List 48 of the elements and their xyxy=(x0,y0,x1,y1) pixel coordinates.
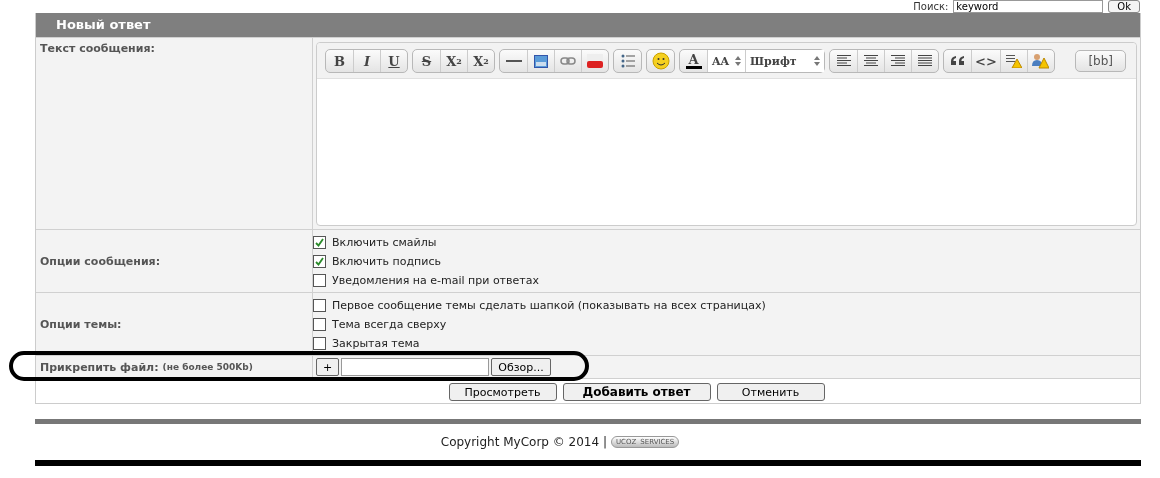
spinner-icon[interactable] xyxy=(735,56,742,66)
search-field[interactable]: keyword xyxy=(953,0,1104,13)
spinner-icon[interactable] xyxy=(814,56,821,66)
checkbox-label: Тема всегда сверху xyxy=(332,318,447,331)
checkbox[interactable] xyxy=(313,274,326,287)
font-color-button[interactable]: A xyxy=(680,50,707,72)
format-button[interactable]: B xyxy=(326,50,353,72)
align-right-icon xyxy=(891,55,906,67)
checkbox[interactable] xyxy=(313,318,326,331)
checkbox-label: Включить подпись xyxy=(332,255,441,268)
add-file-button[interactable]: + xyxy=(316,358,340,376)
file-field[interactable] xyxy=(341,358,490,376)
search-button[interactable]: Ok xyxy=(1108,0,1140,13)
user-warning-icon xyxy=(1032,53,1050,69)
align-center-icon xyxy=(864,55,879,67)
checkbox[interactable] xyxy=(313,255,326,268)
checkbox[interactable] xyxy=(313,236,326,249)
horizontal-line-icon xyxy=(505,59,522,63)
checkbox[interactable] xyxy=(313,299,326,312)
size-note: (не более 500Kb) xyxy=(162,362,253,372)
field-label: Прикрепить файл: xyxy=(40,360,159,374)
chain-link-icon xyxy=(560,57,576,65)
checkbox-label: Закрытая тема xyxy=(332,337,420,350)
checkbox-label: Включить смайлы xyxy=(332,236,437,249)
list-icon xyxy=(620,54,635,68)
format-button[interactable]: <> xyxy=(971,50,1000,72)
dropdown[interactable]: Шрифт xyxy=(745,50,825,72)
form-button[interactable]: Отменить xyxy=(716,383,825,401)
checkbox-label: Уведомления на e-mail при ответах xyxy=(332,274,539,287)
quote-icon xyxy=(949,56,966,66)
browse-button[interactable]: Обзор... xyxy=(491,358,551,376)
align-left-icon xyxy=(836,55,851,67)
format-button[interactable]: S xyxy=(413,50,440,72)
format-button[interactable]: I xyxy=(353,50,380,72)
image-icon xyxy=(534,54,548,68)
form-button[interactable]: Добавить ответ xyxy=(562,383,711,401)
text-warning-icon xyxy=(1005,54,1022,68)
form-title: Новый ответ xyxy=(36,13,1140,37)
smiley-icon xyxy=(651,52,670,70)
form-button[interactable]: Просмотреть xyxy=(448,383,557,401)
dropdown[interactable]: AA xyxy=(707,50,746,72)
format-button[interactable]: U xyxy=(380,50,407,72)
copyright-text: Copyright MyCorp © 2014 | xyxy=(440,435,607,449)
justify-icon xyxy=(918,55,933,67)
search-label: Поиск: xyxy=(913,1,949,12)
mode-button[interactable]: [bb] xyxy=(1075,50,1126,72)
checkbox-label: Первое сообщение темы сделать шапкой (показывать на всех страницах) xyxy=(332,299,766,312)
checkbox[interactable] xyxy=(313,337,326,350)
